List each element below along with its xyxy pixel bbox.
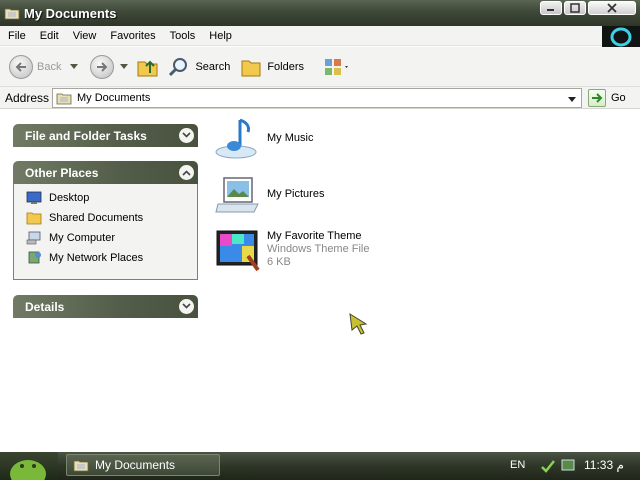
close-icon bbox=[607, 3, 617, 13]
toolbar: Back Search Folders bbox=[0, 47, 640, 87]
folders-icon bbox=[241, 60, 261, 76]
minimize-button[interactable] bbox=[540, 1, 562, 15]
search-label: Search bbox=[195, 60, 231, 73]
address-value: My Documents bbox=[77, 92, 151, 104]
start-logo-icon bbox=[10, 460, 46, 480]
file-name: My Pictures bbox=[267, 188, 325, 200]
taskbar: My Documents EN 11:33 م bbox=[0, 452, 640, 480]
documents-folder-icon bbox=[56, 93, 72, 105]
file-type: Windows Theme File bbox=[267, 243, 370, 255]
other-places-header[interactable]: Other Places bbox=[13, 161, 198, 184]
place-label: Shared Documents bbox=[49, 212, 144, 224]
documents-folder-icon bbox=[4, 8, 20, 20]
start-button[interactable] bbox=[0, 452, 58, 480]
file-list: My Music My Pictures My Favorite Theme W… bbox=[210, 110, 640, 452]
window-title: My Documents bbox=[24, 5, 117, 21]
maximize-button[interactable] bbox=[564, 1, 586, 15]
address-bar: Address My Documents Go bbox=[0, 87, 640, 109]
close-button[interactable] bbox=[588, 1, 636, 15]
address-label: Address bbox=[5, 90, 50, 105]
chevron-down-icon bbox=[568, 96, 576, 102]
place-my-network-places[interactable]: My Network Places bbox=[14, 248, 197, 268]
desktop-icon bbox=[26, 191, 42, 204]
views-button[interactable] bbox=[324, 52, 350, 82]
menu-help[interactable]: Help bbox=[202, 30, 239, 42]
clock-time: 11:33 bbox=[584, 458, 614, 472]
file-item-my-music[interactable]: My Music bbox=[214, 114, 313, 162]
go-arrow-icon bbox=[588, 89, 606, 107]
windows-logo-icon bbox=[602, 26, 640, 48]
back-dropdown-icon[interactable] bbox=[70, 64, 79, 69]
chevron-up-icon[interactable] bbox=[179, 165, 194, 180]
search-icon bbox=[169, 57, 188, 76]
back-arrow-icon bbox=[9, 54, 33, 79]
place-label: My Network Places bbox=[49, 252, 144, 264]
language-indicator[interactable]: EN bbox=[510, 459, 525, 471]
address-dropdown-button[interactable] bbox=[565, 92, 579, 106]
go-label: Go bbox=[611, 92, 626, 104]
menu-view[interactable]: View bbox=[66, 30, 104, 42]
shared-folder-icon bbox=[26, 212, 42, 225]
back-label: Back bbox=[37, 60, 62, 73]
place-shared-documents[interactable]: Shared Documents bbox=[14, 208, 197, 228]
system-tray bbox=[540, 457, 576, 473]
place-label: Desktop bbox=[49, 192, 90, 204]
menu-file[interactable]: File bbox=[0, 30, 33, 42]
file-name: My Music bbox=[267, 132, 314, 144]
details-header[interactable]: Details bbox=[13, 295, 198, 318]
other-places-title: Other Places bbox=[25, 165, 99, 180]
tray-app-icon[interactable] bbox=[560, 457, 576, 473]
file-folder-tasks-header[interactable]: File and Folder Tasks bbox=[13, 124, 198, 147]
file-name: My Favorite Theme bbox=[267, 230, 362, 242]
folders-label: Folders bbox=[267, 60, 305, 73]
search-button[interactable]: Search bbox=[168, 52, 230, 82]
clock[interactable]: 11:33 م bbox=[584, 458, 624, 472]
task-pane: File and Folder Tasks Other Places Deskt… bbox=[0, 110, 210, 452]
taskbar-item-label: My Documents bbox=[95, 458, 176, 472]
documents-folder-icon bbox=[73, 460, 89, 472]
views-icon bbox=[325, 58, 349, 75]
folders-button[interactable]: Folders bbox=[240, 52, 304, 82]
menu-tools[interactable]: Tools bbox=[163, 30, 203, 42]
menu-edit[interactable]: Edit bbox=[33, 30, 66, 42]
music-folder-icon bbox=[215, 118, 257, 159]
file-item-my-favorite-theme[interactable]: My Favorite Theme Windows Theme File 6 K… bbox=[214, 226, 370, 274]
address-field[interactable]: My Documents bbox=[52, 88, 582, 108]
forward-button[interactable] bbox=[90, 52, 115, 82]
network-status-icon[interactable] bbox=[540, 457, 556, 473]
busy-cursor-icon bbox=[349, 313, 368, 335]
place-desktop[interactable]: Desktop bbox=[14, 188, 197, 208]
theme-file-icon bbox=[216, 230, 260, 272]
minimize-icon bbox=[547, 9, 554, 11]
taskbar-item-my-documents[interactable]: My Documents bbox=[66, 454, 220, 476]
go-button[interactable]: Go bbox=[588, 89, 626, 107]
menu-favorites[interactable]: Favorites bbox=[103, 30, 162, 42]
pictures-folder-icon bbox=[215, 177, 259, 213]
file-folder-tasks-title: File and Folder Tasks bbox=[25, 128, 147, 143]
maximize-icon bbox=[570, 3, 580, 13]
up-folder-icon bbox=[137, 60, 158, 76]
menu-bar: File Edit View Favorites Tools Help bbox=[0, 26, 640, 48]
place-label: My Computer bbox=[49, 232, 116, 244]
chevron-down-icon[interactable] bbox=[179, 128, 194, 143]
back-button[interactable]: Back bbox=[9, 52, 61, 82]
forward-dropdown-icon[interactable] bbox=[120, 64, 129, 69]
file-size: 6 KB bbox=[267, 256, 291, 268]
title-bar: My Documents bbox=[0, 0, 640, 26]
other-places-list: Desktop Shared Documents My Computer My … bbox=[13, 184, 198, 280]
details-title: Details bbox=[25, 299, 65, 314]
network-icon bbox=[28, 251, 41, 264]
place-my-computer[interactable]: My Computer bbox=[14, 228, 197, 248]
up-folder-button[interactable] bbox=[136, 52, 160, 82]
computer-icon bbox=[26, 231, 41, 245]
file-item-my-pictures[interactable]: My Pictures bbox=[214, 170, 324, 218]
chevron-down-icon[interactable] bbox=[179, 299, 194, 314]
clock-suffix: م bbox=[616, 458, 624, 472]
forward-arrow-icon bbox=[90, 54, 115, 79]
